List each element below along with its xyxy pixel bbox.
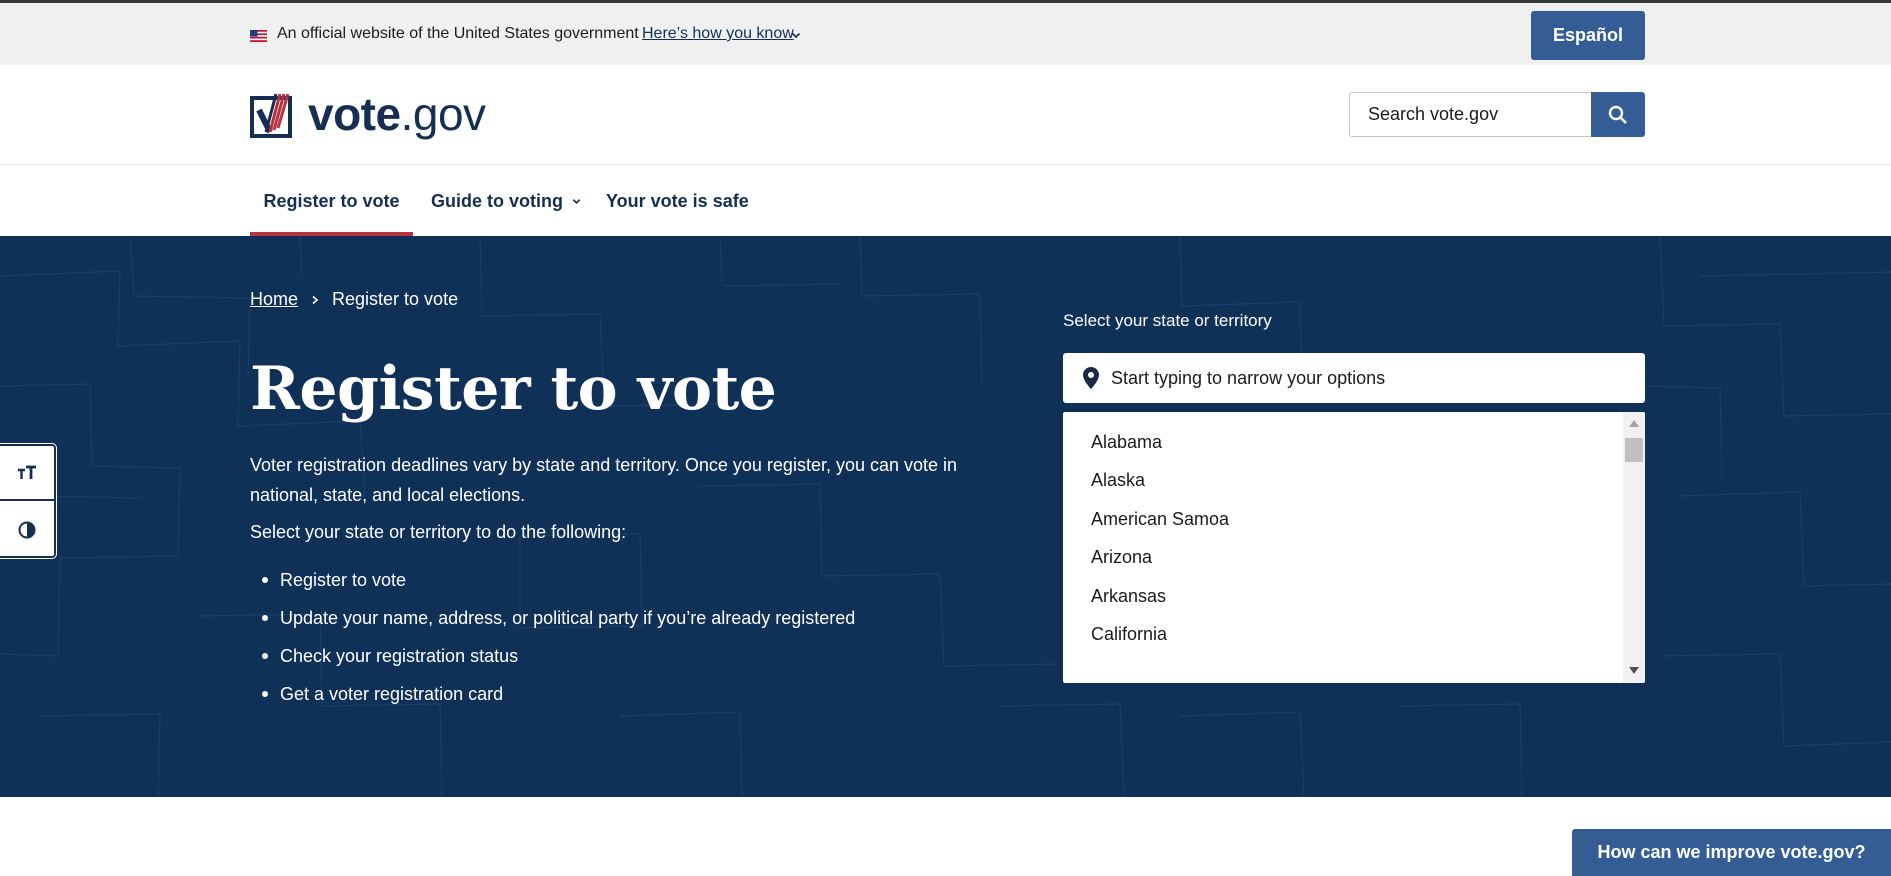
state-combobox-input[interactable]: Start typing to narrow your options <box>1063 353 1645 403</box>
official-site-text: An official website of the United States… <box>277 25 639 42</box>
nav-label: Guide to voting <box>431 190 563 211</box>
us-flag-icon <box>250 30 267 42</box>
site-header: vote.gov <box>0 65 1891 165</box>
checkbox-logo-icon <box>250 93 292 138</box>
breadcrumb-current: Register to vote <box>332 289 459 309</box>
nav-label: Your vote is safe <box>606 190 749 211</box>
hero-section: Home Register to vote Register to vote V… <box>0 236 1891 797</box>
actions-list: Register to vote Update your name, addre… <box>250 568 855 720</box>
how-you-know-link[interactable]: Here’s how you know <box>642 25 794 43</box>
state-option[interactable]: Alabama <box>1091 432 1162 453</box>
state-option[interactable]: California <box>1091 624 1167 645</box>
espanol-button[interactable]: Español <box>1531 11 1645 60</box>
chevron-right-icon <box>312 295 319 304</box>
scrollbar-thumb[interactable] <box>1625 438 1643 462</box>
nav-register-to-vote[interactable]: Register to vote <box>250 166 413 236</box>
chevron-down-icon[interactable] <box>790 29 802 41</box>
select-prompt-text: Select your state or territory to do the… <box>250 522 627 542</box>
nav-your-vote-is-safe[interactable]: Your vote is safe <box>606 166 749 236</box>
gov-banner: An official website of the United States… <box>0 3 1891 65</box>
nav-guide-to-voting[interactable]: Guide to voting <box>431 166 582 236</box>
location-pin-icon <box>1083 367 1099 389</box>
site-search <box>1349 92 1645 137</box>
search-button[interactable] <box>1591 92 1645 137</box>
search-input[interactable] <box>1349 92 1591 137</box>
listbox-scrollbar[interactable] <box>1623 412 1645 683</box>
scroll-down-arrow-icon[interactable] <box>1629 667 1639 674</box>
chevron-down-icon <box>572 198 581 204</box>
state-option[interactable]: Alaska <box>1091 470 1145 491</box>
state-listbox: Alabama Alaska American Samoa Arizona Ar… <box>1063 412 1645 683</box>
search-icon <box>1608 105 1627 124</box>
vote-gov-logo[interactable]: vote.gov <box>250 87 486 141</box>
state-option[interactable]: Arkansas <box>1091 586 1166 607</box>
state-select-label: Select your state or territory <box>1063 311 1272 330</box>
state-option[interactable]: American Samoa <box>1091 509 1229 530</box>
list-item: Check your registration status <box>250 644 855 682</box>
text-size-button[interactable] <box>0 446 54 501</box>
list-item: Get a voter registration card <box>250 682 855 720</box>
state-combobox-placeholder: Start typing to narrow your options <box>1111 367 1386 388</box>
breadcrumb-home-link[interactable]: Home <box>250 289 298 310</box>
page-title: Register to vote <box>250 354 777 424</box>
primary-nav: Register to vote Guide to voting Your vo… <box>0 166 1891 236</box>
contrast-button[interactable] <box>0 502 54 557</box>
logo-text: vote.gov <box>308 88 486 140</box>
text-size-icon <box>18 465 36 479</box>
state-option[interactable]: Arizona <box>1091 547 1152 568</box>
nav-label: Register to vote <box>263 190 400 211</box>
list-item: Update your name, address, or political … <box>250 606 855 644</box>
feedback-button[interactable]: How can we improve vote.gov? <box>1572 829 1891 876</box>
scroll-up-arrow-icon[interactable] <box>1629 420 1639 427</box>
list-item: Register to vote <box>250 568 855 606</box>
accessibility-toolbar <box>0 444 56 558</box>
breadcrumb: Home Register to vote <box>250 289 458 310</box>
intro-text: Voter registration deadlines vary by sta… <box>250 455 958 505</box>
contrast-icon <box>18 521 36 538</box>
